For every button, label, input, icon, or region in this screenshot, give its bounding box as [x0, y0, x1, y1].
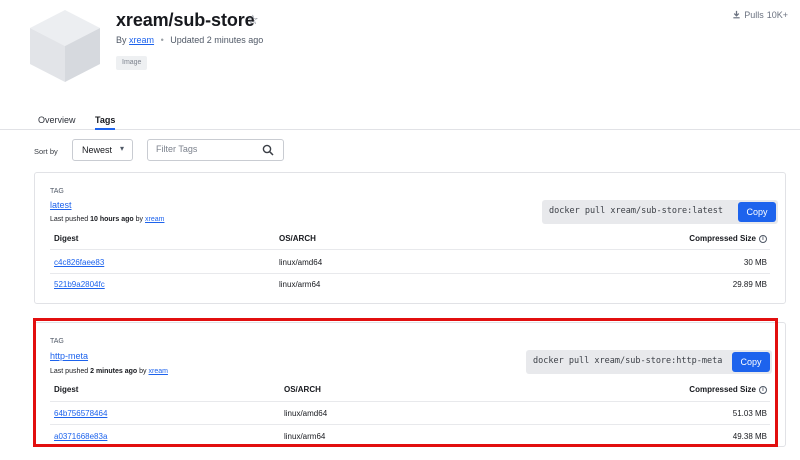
download-icon	[733, 10, 740, 19]
tab-overview[interactable]: Overview	[38, 115, 76, 130]
pusher-link[interactable]: xream	[145, 216, 164, 223]
tag-name-link[interactable]: latest	[50, 200, 72, 210]
pulls-count: 10K+	[766, 10, 788, 20]
filter-tags-input[interactable]	[156, 144, 256, 154]
sort-value: Newest	[82, 145, 113, 155]
highlight-box	[33, 318, 778, 447]
compressed-size: 29.89 MB	[732, 280, 767, 289]
last-pushed: Last pushed 10 hours ago by xream	[50, 216, 164, 223]
col-digest: Digest	[54, 234, 79, 243]
digest-link[interactable]: c4c826faee83	[54, 258, 104, 267]
compressed-size: 30 MB	[743, 258, 767, 267]
os-arch: linux/amd64	[279, 258, 323, 267]
sort-select[interactable]: Newest ▾	[72, 139, 133, 161]
tag-card-latest: TAG latest Last pushed 10 hours ago by x…	[34, 172, 786, 304]
updated-text: Updated 2 minutes ago	[170, 35, 264, 45]
copy-button[interactable]: Copy	[738, 202, 776, 222]
star-icon[interactable]: ☆	[247, 12, 259, 28]
col-compressed-size: Compressed Size i	[689, 234, 767, 243]
owner-link[interactable]: xream	[129, 35, 154, 45]
repo-logo-cube-icon	[30, 10, 100, 82]
sort-label: Sort by	[34, 147, 58, 156]
pull-command[interactable]: docker pull xream/sub-store:latest	[549, 206, 723, 216]
repo-meta: By xream • Updated 2 minutes ago	[116, 35, 263, 45]
separator-dot: •	[160, 35, 164, 45]
search-icon[interactable]	[262, 144, 274, 156]
chevron-down-icon: ▾	[119, 144, 124, 153]
row-divider	[50, 249, 770, 250]
pushed-prefix: Last pushed	[50, 216, 89, 223]
digest-link[interactable]: 521b9a2804fc	[54, 280, 105, 289]
pulls-counter: Pulls 10K+	[732, 10, 788, 20]
repo-title: xream/sub-store	[116, 10, 255, 30]
pull-command-box: docker pull xream/sub-store:latest Copy	[542, 200, 778, 224]
info-icon[interactable]: i	[759, 234, 767, 243]
filter-tags[interactable]	[147, 139, 284, 161]
type-badge: Image	[116, 56, 148, 70]
by-label: By	[116, 35, 127, 45]
tag-caption: TAG	[50, 188, 64, 195]
tab-tags[interactable]: Tags	[95, 115, 116, 130]
row-divider	[50, 273, 770, 274]
pushed-time: 10 hours ago	[90, 216, 134, 223]
os-arch: linux/arm64	[279, 280, 321, 289]
col-os-arch: OS/ARCH	[279, 234, 316, 243]
pushed-by: by	[135, 216, 144, 223]
pulls-label: Pulls	[744, 10, 764, 20]
col-compressed-size-label: Compressed Size	[689, 234, 756, 243]
tab-bar: Overview Tags	[0, 112, 800, 130]
